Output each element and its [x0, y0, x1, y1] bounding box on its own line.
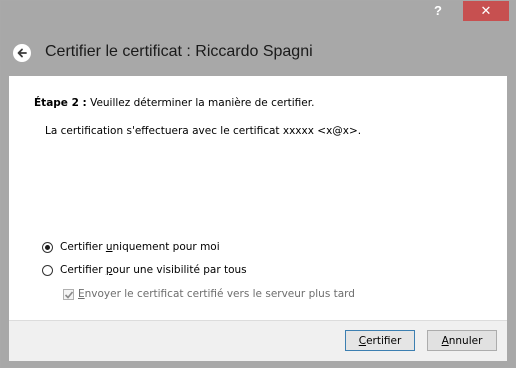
wizard-content: Étape 2 : Veuillez déterminer la manière…: [9, 76, 507, 320]
wizard-header: Certifier le certificat : Riccardo Spagn…: [1, 26, 515, 76]
send-later-label: Envoyer le certificat certifié vers le s…: [78, 288, 355, 300]
radio-public-label: Certifier pour une visibilité par tous: [60, 264, 247, 276]
page-title: Certifier le certificat : Riccardo Spagn…: [45, 43, 313, 60]
send-later-checkbox-row[interactable]: Envoyer le certificat certifié vers le s…: [63, 288, 355, 300]
title-bar: ? ✕: [1, 1, 515, 26]
certify-button[interactable]: Certifier: [345, 330, 415, 351]
radio-only-me[interactable]: Certifier uniquement pour moi: [42, 241, 220, 253]
radio-button-checked[interactable]: [42, 241, 53, 253]
close-button[interactable]: ✕: [463, 1, 509, 21]
radio-button-unchecked[interactable]: [42, 264, 53, 276]
help-button[interactable]: ?: [425, 1, 451, 21]
radio-only-me-label: Certifier uniquement pour moi: [60, 241, 220, 253]
cancel-button[interactable]: Annuler: [427, 330, 497, 351]
step-label: Étape 2 :: [34, 97, 87, 109]
certificate-info: La certification s'effectuera avec le ce…: [45, 125, 362, 137]
checkmark-icon: [64, 290, 74, 299]
back-arrow-icon: [17, 48, 27, 58]
dialog-window: ? ✕ Certifier le certificat : Riccardo S…: [0, 0, 516, 368]
radio-public[interactable]: Certifier pour une visibilité par tous: [42, 264, 247, 276]
back-button[interactable]: [13, 44, 31, 62]
step-instruction: Étape 2 : Veuillez déterminer la manière…: [34, 97, 314, 109]
send-later-checkbox[interactable]: [63, 288, 74, 300]
button-bar: Certifier Annuler: [9, 320, 507, 361]
step-text: Veuillez déterminer la manière de certif…: [86, 97, 315, 109]
